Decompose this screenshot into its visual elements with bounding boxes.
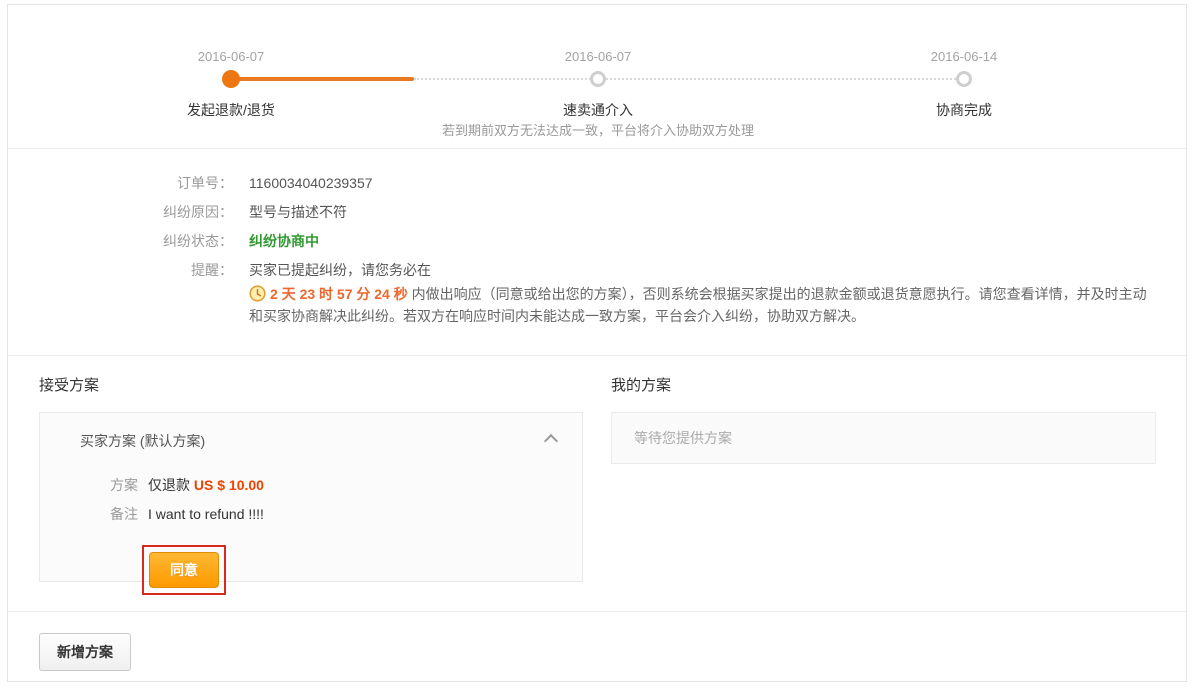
- note-value: I want to refund !!!!: [148, 506, 264, 522]
- response-countdown: 2 天 23 时 57 分 24 秒: [270, 286, 408, 302]
- accept-plan-title: 接受方案: [39, 374, 583, 395]
- plan-label: 方案: [110, 477, 138, 493]
- plans-section: 接受方案 买家方案 (默认方案) 方案仅退款 US $ 10.00 备注 I wa…: [8, 356, 1186, 582]
- order-info-section: 订单号： 1160034040239357 纠纷原因： 型号与描述不符 纠纷状态…: [8, 149, 1186, 356]
- reminder-label: 提醒：: [8, 260, 233, 327]
- dispute-detail-panel: 2016-06-07 2016-06-07 2016-06-14 发起退款/退货…: [7, 4, 1187, 682]
- reminder-paragraph: 2 天 23 时 57 分 24 秒 内做出响应（同意或给出您的方案），否则系统…: [249, 283, 1149, 327]
- timeline-progress-line: [231, 77, 414, 81]
- timeline-step3-dot-pending: [956, 71, 972, 87]
- buyer-plan-card: 买家方案 (默认方案) 方案仅退款 US $ 10.00 备注 I want to…: [39, 412, 583, 582]
- dispute-reason-value: 型号与描述不符: [249, 202, 347, 223]
- dispute-status-row: 纠纷状态： 纠纷协商中: [8, 231, 1186, 252]
- footer-actions: 新增方案: [8, 612, 1186, 671]
- reminder-row: 提醒： 买家已提起纠纷，请您务必在 2 天 23 时 57 分 24 秒 内做出…: [8, 260, 1186, 327]
- timeline-dotted-line: [414, 78, 598, 80]
- dispute-status-badge: 纠纷协商中: [249, 231, 319, 252]
- timeline-step2-dot-pending: [590, 71, 606, 87]
- dispute-reason-label: 纠纷原因：: [8, 202, 233, 223]
- order-number-row: 订单号： 1160034040239357: [8, 173, 1186, 194]
- my-plan-placeholder-box: 等待您提供方案: [611, 412, 1156, 464]
- my-plan-title: 我的方案: [611, 374, 1156, 395]
- plan-type-row: 方案仅退款 US $ 10.00: [110, 475, 582, 495]
- my-plan-placeholder-text: 等待您提供方案: [634, 430, 732, 446]
- timeline-step2-label: 速卖通介入: [488, 100, 708, 120]
- note-label: 备注: [110, 506, 138, 522]
- timeline-step1-dot-done: [222, 70, 240, 88]
- timeline-dotted-line: [598, 78, 964, 80]
- timeline-step3-date: 2016-06-14: [884, 49, 1044, 64]
- add-plan-button[interactable]: 新增方案: [39, 633, 131, 671]
- timeline-step2-note: 若到期前双方无法达成一致，平台将介入协助双方处理: [308, 120, 888, 139]
- chevron-up-icon[interactable]: [544, 434, 558, 448]
- highlight-box: 同意: [142, 545, 226, 595]
- buyer-plan-title: 买家方案 (默认方案): [80, 431, 205, 451]
- dispute-reason-row: 纠纷原因： 型号与描述不符: [8, 202, 1186, 223]
- timeline-step1-label: 发起退款/退货: [121, 100, 341, 120]
- dispute-status-label: 纠纷状态：: [8, 231, 233, 252]
- plan-note-row: 备注 I want to refund !!!!: [110, 504, 582, 524]
- order-number-label: 订单号：: [8, 173, 233, 194]
- refund-amount: US $ 10.00: [194, 477, 264, 493]
- timeline-step2-date: 2016-06-07: [518, 49, 678, 64]
- clock-icon: [249, 285, 266, 302]
- dispute-timeline: 2016-06-07 2016-06-07 2016-06-14 发起退款/退货…: [8, 5, 1186, 149]
- plan-type-value: 仅退款: [148, 477, 190, 493]
- order-number-value: 1160034040239357: [249, 173, 373, 194]
- reminder-line1: 买家已提起纠纷，请您务必在: [249, 260, 1149, 281]
- timeline-step1-date: 2016-06-07: [151, 49, 311, 64]
- timeline-step3-label: 协商完成: [854, 100, 1074, 120]
- buyer-plan-card-header[interactable]: 买家方案 (默认方案): [40, 413, 582, 451]
- agree-button[interactable]: 同意: [149, 552, 219, 588]
